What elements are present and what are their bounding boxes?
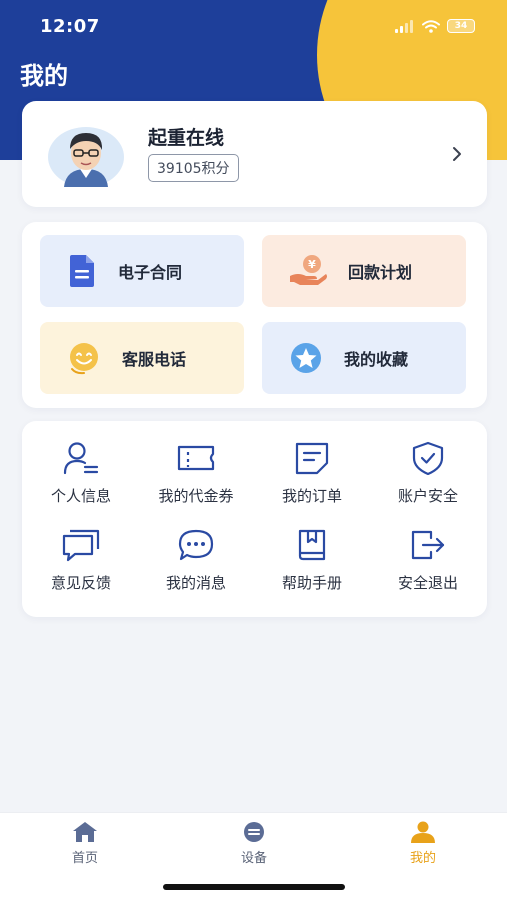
- menu-item-label: 账户安全: [397, 487, 458, 505]
- tab-label: 我的: [409, 851, 436, 866]
- menu-item-account-security[interactable]: 账户安全: [378, 441, 478, 521]
- home-icon: [73, 822, 97, 842]
- quick-action-label: 客服电话: [122, 350, 187, 369]
- money-hand-icon: ¥: [290, 255, 327, 285]
- chevron-right-icon[interactable]: [451, 145, 463, 163]
- menu-item-label: 我的订单: [281, 487, 342, 505]
- menu-item-personal-info[interactable]: 个人信息: [31, 441, 131, 521]
- book-icon: [298, 529, 326, 561]
- username: 起重在线: [148, 127, 225, 149]
- avatar: [48, 127, 124, 187]
- document-icon: [70, 255, 94, 287]
- star-icon: [291, 343, 321, 373]
- coupon-icon: [177, 445, 215, 471]
- menu-item-label: 安全退出: [397, 574, 458, 592]
- feedback-icon: [62, 529, 100, 562]
- logout-icon: [411, 530, 445, 560]
- profile-card[interactable]: 起重在线 39105积分: [22, 101, 487, 207]
- tab-home[interactable]: 首页: [40, 821, 130, 866]
- quick-action-label: 我的收藏: [344, 350, 409, 369]
- home-indicator: [163, 884, 345, 890]
- menu-item-label: 我的消息: [165, 574, 226, 592]
- status-bar: 12:07 34: [0, 0, 507, 52]
- person-info-icon: [63, 442, 99, 475]
- smile-icon: [70, 343, 98, 375]
- page-title: 我的: [20, 62, 68, 90]
- quick-action-favorites[interactable]: 我的收藏: [262, 322, 466, 394]
- status-time: 12:07: [40, 15, 100, 37]
- tab-label: 设备: [240, 851, 267, 866]
- quick-action-payment-plan[interactable]: ¥ 回款计划: [262, 235, 466, 307]
- svg-text:¥: ¥: [308, 258, 316, 271]
- menu-item-logout[interactable]: 安全退出: [378, 528, 478, 608]
- quick-action-contract[interactable]: 电子合同: [40, 235, 244, 307]
- status-icons: 34: [395, 19, 475, 33]
- shield-icon: [412, 441, 444, 475]
- menu-grid-card: 个人信息 我的代金券 我的订单 账户安全 意见反馈 我的消息 帮助手册 安全退出: [22, 421, 487, 617]
- quick-actions-card: 电子合同 ¥ 回款计划 客服电话 我的收藏: [22, 222, 487, 408]
- menu-item-label: 意见反馈: [50, 574, 111, 592]
- tab-label: 首页: [71, 851, 98, 866]
- battery-icon: 34: [447, 19, 475, 33]
- tab-devices[interactable]: 设备: [209, 821, 299, 866]
- menu-item-messages[interactable]: 我的消息: [146, 528, 246, 608]
- menu-item-label: 个人信息: [50, 487, 111, 505]
- device-icon: [244, 822, 264, 842]
- menu-item-orders[interactable]: 我的订单: [262, 441, 362, 521]
- order-icon: [295, 442, 329, 475]
- quick-action-service-phone[interactable]: 客服电话: [40, 322, 244, 394]
- message-icon: [178, 529, 214, 561]
- tab-mine[interactable]: 我的: [378, 821, 468, 866]
- quick-action-label: 回款计划: [348, 263, 413, 282]
- menu-item-help-manual[interactable]: 帮助手册: [262, 528, 362, 608]
- user-icon: [411, 821, 435, 843]
- menu-item-coupons[interactable]: 我的代金券: [146, 441, 246, 521]
- menu-item-feedback[interactable]: 意见反馈: [31, 528, 131, 608]
- points-badge: 39105积分: [148, 154, 239, 182]
- menu-item-label: 我的代金券: [158, 487, 234, 505]
- wifi-icon: [422, 19, 440, 33]
- quick-action-label: 电子合同: [118, 263, 183, 282]
- signal-icon: [395, 19, 413, 33]
- menu-item-label: 帮助手册: [281, 574, 342, 592]
